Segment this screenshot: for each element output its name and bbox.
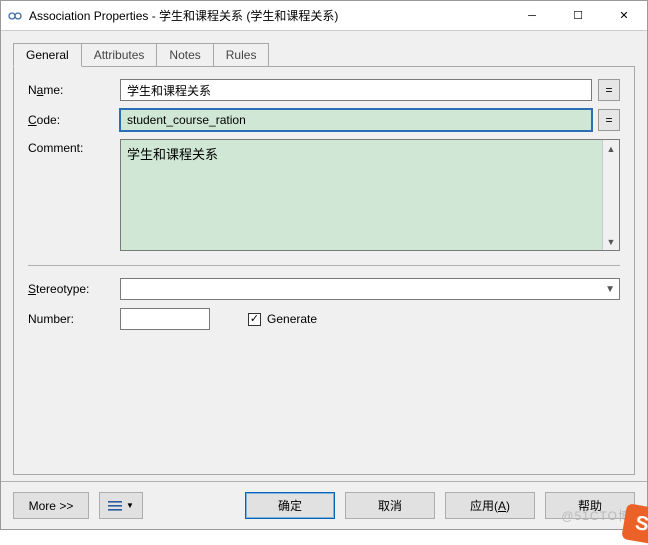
generate-checkbox[interactable]: ✓ [248,313,261,326]
tab-notes[interactable]: Notes [156,43,213,67]
cancel-button[interactable]: 取消 [345,492,435,519]
label-comment: Comment: [28,139,114,155]
code-equals-button[interactable]: = [598,109,620,131]
tab-attributes[interactable]: Attributes [81,43,158,67]
label-number: Number: [28,312,114,326]
help-button[interactable]: 帮助 [545,492,635,519]
tab-general[interactable]: General [13,43,82,67]
tab-strip: General Attributes Notes Rules [13,41,635,67]
row-comment: Comment: 学生和课程关系 ▲ ▼ [28,139,620,251]
title-bar: Association Properties - 学生和课程关系 (学生和课程关… [1,1,647,31]
apply-button[interactable]: 应用(A) [445,492,535,519]
chevron-down-icon: ▼ [126,501,134,510]
dialog-footer: More >> ▼ 确定 取消 应用(A) 帮助 [1,481,647,529]
comment-textarea[interactable]: 学生和课程关系 [121,140,602,250]
code-input[interactable] [120,109,592,131]
comment-textarea-wrap: 学生和课程关系 ▲ ▼ [120,139,620,251]
label-code: Code: [28,113,114,127]
list-icon [108,500,122,512]
minimize-button[interactable]: ─ [509,1,555,30]
tab-panel-general: Name: = Code: = Comment: 学生和课程关系 ▲ ▼ [13,66,635,475]
name-equals-button[interactable]: = [598,79,620,101]
label-generate: Generate [267,312,317,326]
divider [28,265,620,266]
window-controls: ─ ☐ ✕ [509,1,647,30]
chevron-down-icon: ▼ [605,284,615,295]
menu-dropdown-button[interactable]: ▼ [99,492,143,519]
row-name: Name: = [28,79,620,101]
name-input[interactable] [120,79,592,101]
number-input[interactable] [120,308,210,330]
row-number: Number: ✓ Generate [28,308,620,330]
content-area: General Attributes Notes Rules Name: = C… [1,31,647,481]
window-title: Association Properties - 学生和课程关系 (学生和课程关… [29,7,509,24]
label-stereotype: Stereotype: [28,282,114,296]
scroll-down-icon[interactable]: ▼ [603,233,619,250]
maximize-button[interactable]: ☐ [555,1,601,30]
dialog-window: Association Properties - 学生和课程关系 (学生和课程关… [0,0,648,530]
tab-rules[interactable]: Rules [213,43,270,67]
close-button[interactable]: ✕ [601,1,647,30]
generate-checkbox-wrap[interactable]: ✓ Generate [248,312,317,326]
scroll-up-icon[interactable]: ▲ [603,140,619,157]
comment-scrollbar[interactable]: ▲ ▼ [602,140,619,250]
app-icon [7,8,23,24]
label-name: Name: [28,83,114,97]
stereotype-select[interactable]: ▼ [120,278,620,300]
row-code: Code: = [28,109,620,131]
more-button[interactable]: More >> [13,492,89,519]
row-stereotype: Stereotype: ▼ [28,278,620,300]
ok-button[interactable]: 确定 [245,492,335,519]
